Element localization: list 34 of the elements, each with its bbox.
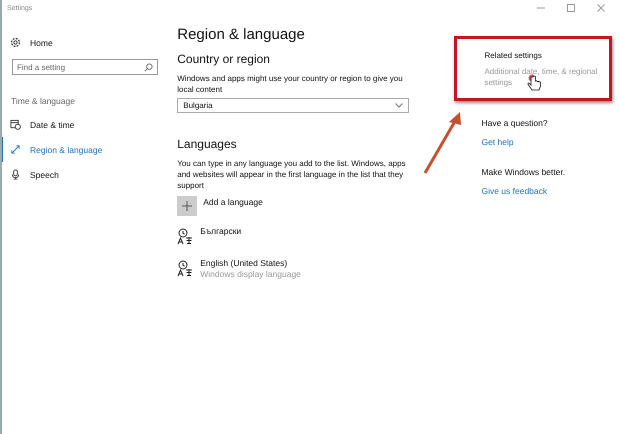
add-language-label[interactable]: Add a language bbox=[203, 197, 263, 207]
chevron-down-icon bbox=[395, 103, 404, 108]
help-heading: Have a question? bbox=[481, 118, 549, 128]
description-text: Windows and apps might use your country or region to give you local content bbox=[177, 73, 404, 95]
search-icon bbox=[144, 63, 154, 72]
description-text: You can type in any language you add to the list. Windows, apps and websites will appear in the first language in the list that they support bbox=[177, 158, 407, 191]
country-dropdown[interactable]: Bulgaria bbox=[177, 98, 410, 113]
add-language-button[interactable] bbox=[177, 196, 198, 216]
home-nav-item[interactable]: Home bbox=[2, 30, 168, 55]
language-item[interactable]: English (United States) Windows display language bbox=[177, 258, 444, 280]
maximize-icon[interactable] bbox=[566, 3, 576, 13]
section-heading: Languages bbox=[177, 137, 238, 151]
related-heading: Related settings bbox=[484, 51, 543, 60]
close-icon[interactable] bbox=[596, 3, 606, 13]
search-field[interactable]: Find a setting bbox=[12, 59, 158, 75]
hand-cursor-icon bbox=[527, 74, 544, 92]
page-title: Region & language bbox=[177, 26, 306, 43]
help-heading: Make Windows better. bbox=[481, 167, 566, 177]
language-item[interactable]: Български bbox=[177, 226, 444, 248]
help-link[interactable]: Give us feedback bbox=[481, 186, 548, 196]
section-label: Time & language bbox=[11, 96, 76, 106]
sidebar-item[interactable]: Speech bbox=[2, 162, 168, 187]
help-link[interactable]: Get help bbox=[481, 137, 514, 147]
language-icon bbox=[177, 228, 194, 245]
gear-icon bbox=[10, 37, 21, 48]
calendar-clock-icon bbox=[10, 119, 21, 130]
annotation-arrow bbox=[422, 110, 464, 176]
plus-icon bbox=[182, 201, 192, 211]
sidebar-item[interactable]: Date & time bbox=[2, 112, 168, 137]
region-icon bbox=[10, 144, 21, 155]
section-heading: Country or region bbox=[177, 52, 271, 66]
sidebar-item[interactable]: Region & language bbox=[2, 137, 168, 162]
microphone-icon bbox=[10, 169, 21, 180]
language-icon bbox=[177, 260, 194, 277]
